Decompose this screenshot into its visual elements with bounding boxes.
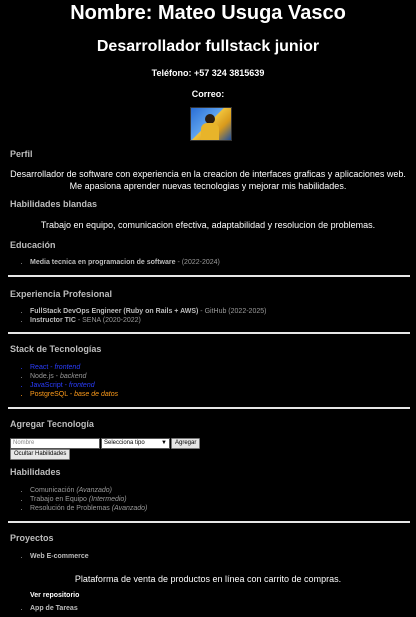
soft-skills-text: Trabajo en equipo, comunicacion efectiva… — [40, 220, 376, 230]
select-value: Selecciona tipo — [104, 440, 145, 446]
divider — [8, 407, 410, 409]
add-tech-form: Nombre Selecciona tipo ▼ Agregar — [10, 438, 201, 449]
avatar — [190, 107, 232, 141]
projects-list: Web E-commerce — [0, 552, 89, 561]
tech-type-select[interactable]: Selecciona tipo ▼ — [101, 438, 170, 449]
skills-title: Habilidades — [10, 467, 61, 477]
list-item: Instructor TIC - SENA (2020-2022) — [30, 316, 266, 325]
experience-list: FullStack DevOps Engineer (Ruby on Rails… — [0, 307, 266, 325]
list-item: PostgreSQL - base de datos — [30, 390, 118, 399]
stack-list: React - frontend Node.js - backend JavaS… — [0, 363, 118, 399]
divider — [8, 275, 410, 277]
list-item: Resolución de Problemas (Avanzado) — [30, 504, 147, 513]
add-button[interactable]: Agregar — [171, 438, 201, 449]
list-item: App de Tareas — [30, 604, 78, 613]
chevron-down-icon: ▼ — [161, 440, 167, 446]
hide-skills-button[interactable]: Ocultar Habilidades — [10, 449, 71, 460]
profile-title: Perfil — [10, 149, 33, 159]
list-item: JavaScript - frontend — [30, 381, 118, 390]
list-item: Node.js - backend — [30, 372, 118, 381]
list-item: Media tecnica en programacion de softwar… — [30, 258, 220, 267]
list-item: Comunicación (Avanzado) — [30, 486, 147, 495]
email-label: Correo: — [191, 89, 225, 99]
profile-text: Desarrollador de software con experienci… — [10, 169, 406, 191]
projects-list-2: App de Tareas — [0, 604, 78, 613]
divider — [8, 521, 410, 523]
stack-title: Stack de Tecnologías — [10, 344, 102, 354]
list-item: FullStack DevOps Engineer (Ruby on Rails… — [30, 307, 266, 316]
role-heading: Desarrollador fullstack junior — [96, 38, 320, 55]
divider — [8, 332, 410, 334]
phone-text: Teléfono: +57 324 3815639 — [151, 68, 265, 78]
tech-name-input[interactable]: Nombre — [10, 438, 100, 449]
soft-skills-title: Habilidades blandas — [10, 199, 98, 209]
education-list: Media tecnica en programacion de softwar… — [0, 258, 220, 267]
header: Nombre: Mateo Usuga Vasco — [0, 1, 416, 25]
page-title: Nombre: Mateo Usuga Vasco — [70, 2, 346, 24]
role-heading-wrap: Desarrollador fullstack junior — [0, 37, 416, 57]
add-tech-title: Agregar Tecnología — [10, 419, 94, 429]
projects-title: Proyectos — [10, 533, 54, 543]
list-item: Web E-commerce — [30, 552, 89, 561]
list-item: React - frontend — [30, 363, 118, 372]
skills-list: Comunicación (Avanzado) Trabajo en Equip… — [0, 486, 147, 513]
repo-link[interactable]: Ver repositorio — [30, 592, 79, 599]
experience-title: Experiencia Profesional — [10, 289, 113, 299]
list-item: Trabajo en Equipo (Intermedio) — [30, 495, 147, 504]
education-title: Educación — [10, 240, 56, 250]
project-description: Plataforma de venta de productos en líne… — [74, 574, 342, 584]
